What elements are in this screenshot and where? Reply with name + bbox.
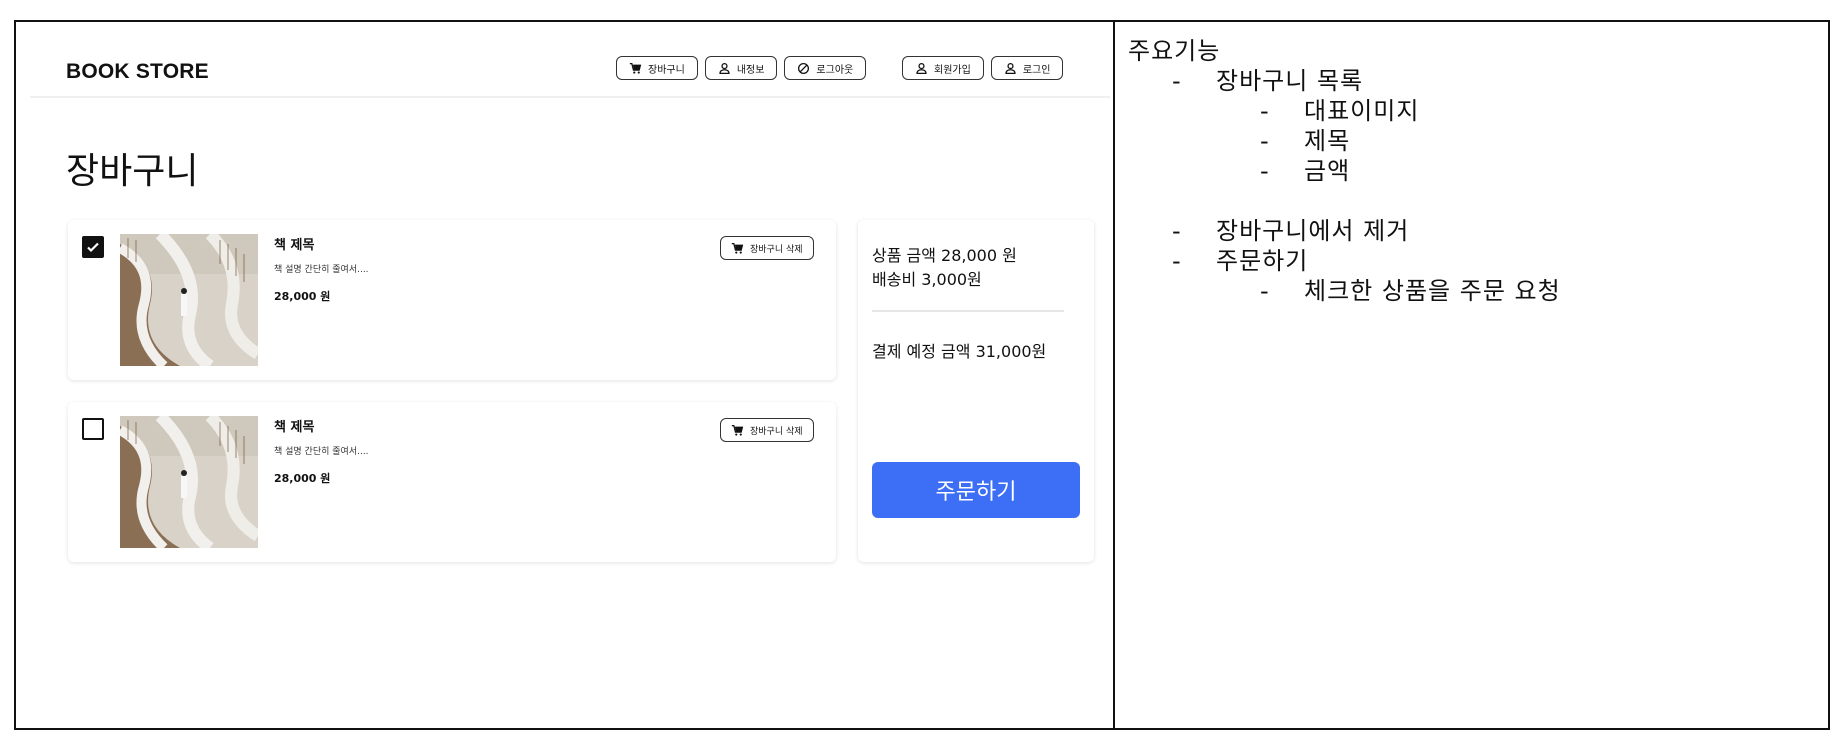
note-bullet: -	[1260, 157, 1270, 185]
product-amount: 상품 금액 28,000 원	[872, 246, 1017, 265]
block-icon	[798, 62, 810, 74]
header: BOOK STORE 장바구니 내정보 로그아웃 회원가입 로그인	[30, 36, 1110, 98]
cart-icon	[731, 242, 744, 254]
item-checkbox[interactable]	[82, 236, 104, 258]
note-subitem: 체크한 상품을 주문 요청	[1304, 277, 1561, 305]
logo[interactable]: BOOK STORE	[66, 60, 209, 84]
book-price: 28,000 원	[274, 290, 331, 303]
note-subitem: 제목	[1304, 127, 1351, 155]
book-description: 책 설명 간단히 줄여서....	[274, 447, 369, 457]
note-bullet: -	[1260, 97, 1270, 125]
summary-divider	[872, 310, 1064, 312]
page-title: 장바구니	[66, 151, 199, 192]
nav-group-auth: 회원가입 로그인	[902, 56, 1070, 80]
note-subitem: 금액	[1304, 157, 1351, 185]
cart-icon	[731, 424, 744, 436]
note-item: 장바구니 목록	[1216, 67, 1364, 95]
note-item: 주문하기	[1216, 247, 1309, 275]
user-icon	[1005, 62, 1016, 74]
remove-from-cart-button[interactable]: 장바구니 삭제	[720, 236, 814, 260]
nav-signup-label: 회원가입	[934, 64, 971, 76]
nav-logout-button[interactable]: 로그아웃	[784, 56, 867, 80]
book-title[interactable]: 책 제목	[274, 234, 314, 253]
book-cover-image	[120, 234, 258, 366]
remove-label: 장바구니 삭제	[750, 426, 803, 437]
nav-myinfo-button[interactable]: 내정보	[704, 56, 778, 80]
library-photo	[120, 234, 258, 366]
nav-login-label: 로그인	[1022, 64, 1051, 76]
app-wireframe: BOOK STORE 장바구니 내정보 로그아웃 회원가입 로그인 장바구니 책…	[30, 36, 1110, 726]
note-item: 장바구니에서 제거	[1216, 217, 1410, 245]
item-checkbox[interactable]	[82, 418, 104, 440]
note-subitem: 대표이미지	[1304, 97, 1420, 125]
book-price: 28,000 원	[274, 472, 331, 485]
note-bullet: -	[1172, 67, 1182, 95]
notes-heading: 주요기능	[1128, 37, 1221, 65]
nav-cart-label: 장바구니	[648, 64, 685, 76]
user-icon	[719, 62, 730, 74]
note-bullet: -	[1260, 127, 1270, 155]
note-bullet: -	[1172, 217, 1182, 245]
book-description: 책 설명 간단히 줄여서....	[274, 265, 369, 275]
check-icon	[87, 242, 99, 253]
order-button[interactable]: 주문하기	[872, 462, 1080, 518]
nav-group-main: 장바구니 내정보 로그아웃	[616, 56, 873, 80]
nav-login-button[interactable]: 로그인	[990, 56, 1064, 80]
order-summary: 상품 금액 28,000 원 배송비 3,000원 결제 예정 금액 31,00…	[858, 220, 1094, 562]
nav-logout-label: 로그아웃	[816, 64, 854, 76]
shipping-fee: 배송비 3,000원	[872, 270, 982, 289]
cart-item: 책 제목 책 설명 간단히 줄여서.... 28,000 원 장바구니 삭제	[68, 402, 836, 562]
user-icon	[916, 62, 927, 74]
note-bullet: -	[1260, 277, 1270, 305]
nav-myinfo-label: 내정보	[736, 64, 765, 76]
nav-signup-button[interactable]: 회원가입	[902, 56, 984, 80]
note-bullet: -	[1172, 247, 1182, 275]
nav-cart-button[interactable]: 장바구니	[616, 56, 698, 80]
book-title[interactable]: 책 제목	[274, 416, 314, 435]
remove-from-cart-button[interactable]: 장바구니 삭제	[720, 418, 814, 442]
frame-divider	[1113, 20, 1115, 730]
expected-total: 결제 예정 금액 31,000원	[872, 342, 1047, 361]
cart-icon	[629, 62, 642, 74]
cart-item: 책 제목 책 설명 간단히 줄여서.... 28,000 원 장바구니 삭제	[68, 220, 836, 380]
remove-label: 장바구니 삭제	[750, 244, 803, 255]
library-photo	[120, 416, 258, 548]
book-cover-image	[120, 416, 258, 548]
